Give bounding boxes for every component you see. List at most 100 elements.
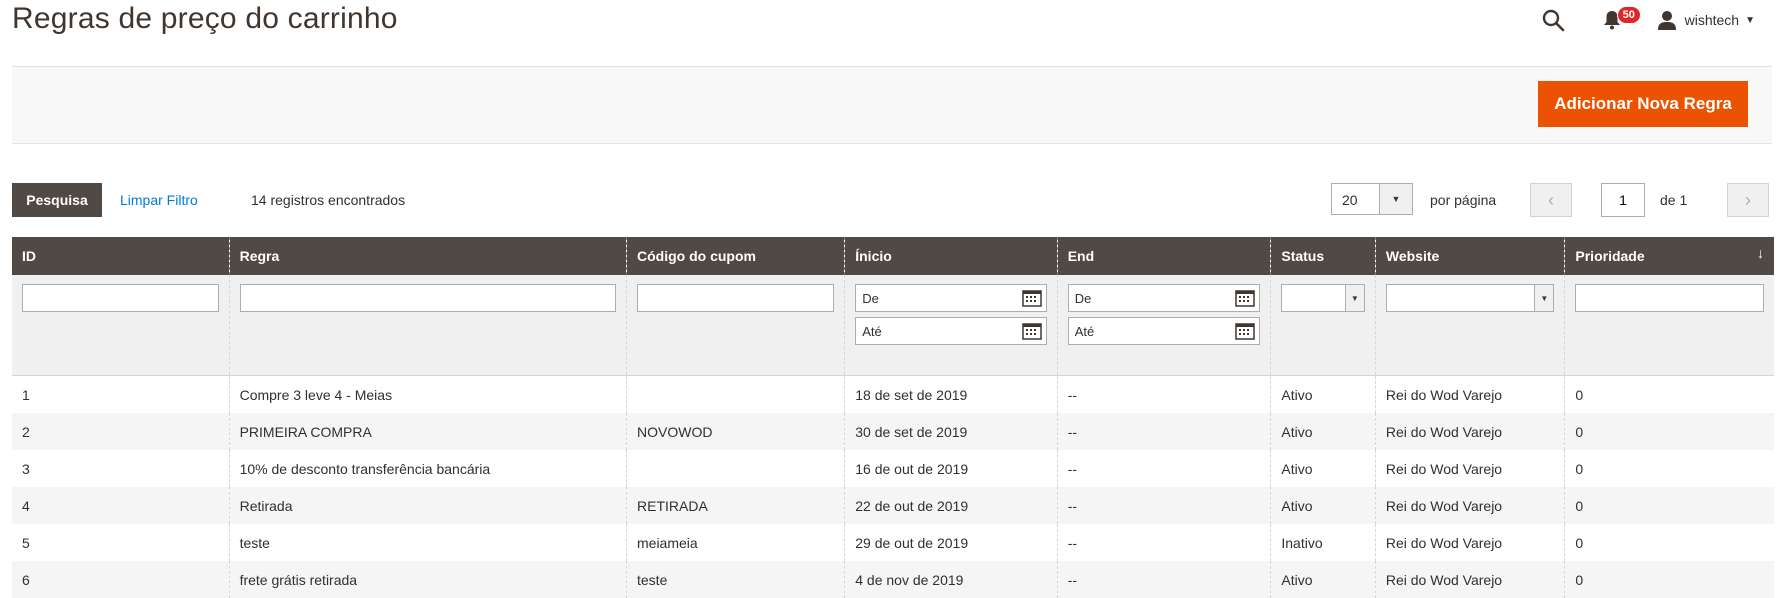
column-header-coupon-code[interactable]: Código do cupom [625, 237, 845, 275]
cell-end: -- [1056, 487, 1271, 524]
filter-start-to-input[interactable] [855, 317, 1047, 345]
filter-end-to-input[interactable] [1067, 317, 1261, 345]
cell-end: -- [1056, 450, 1271, 487]
grid-toolbar: Pesquisa Limpar Filtro 14 registros enco… [12, 183, 1774, 217]
table-row[interactable]: 5 teste meiameia 29 de out de 2019 -- In… [12, 524, 1774, 561]
cell-rule: PRIMEIRA COMPRA [228, 413, 627, 450]
per-page-label: por página [1430, 192, 1497, 208]
calendar-icon[interactable] [1021, 289, 1042, 307]
filter-status-select[interactable]: ▼ [1281, 284, 1365, 312]
filter-rule-input[interactable] [239, 284, 616, 312]
cell-rule: 10% de desconto transferência bancária [228, 450, 627, 487]
username: wishtech [1684, 12, 1740, 28]
filter-coupon-code-input[interactable] [637, 284, 835, 312]
column-header-priority[interactable]: Prioridade ↓ [1564, 237, 1774, 275]
cell-priority: 0 [1564, 487, 1774, 524]
grid-header-row: ID Regra Código do cupom Ínicio End Stat… [12, 237, 1774, 275]
table-row[interactable]: 2 PRIMEIRA COMPRA NOVOWOD 30 de set de 2… [12, 413, 1774, 450]
cell-priority: 0 [1564, 450, 1774, 487]
chevron-left-icon: ‹ [1548, 189, 1554, 210]
cell-id: 5 [12, 524, 230, 561]
cell-coupon: meiameia [625, 524, 845, 561]
search-icon[interactable] [1541, 8, 1565, 32]
clear-filter-link[interactable]: Limpar Filtro [120, 192, 198, 208]
cell-rule: Retirada [228, 487, 627, 524]
cell-start: 30 de set de 2019 [844, 413, 1058, 450]
user-account-menu[interactable]: wishtech ▼ [1657, 10, 1755, 30]
column-header-priority-label: Prioridade [1575, 248, 1645, 264]
filter-start-from-input[interactable] [855, 284, 1047, 312]
notifications-button[interactable]: 50 [1603, 6, 1641, 30]
cell-coupon [625, 450, 845, 487]
grid-filter-row: ▼ ▼ [12, 275, 1774, 376]
cell-website: Rei do Wod Varejo [1374, 450, 1565, 487]
cell-coupon: RETIRADA [625, 487, 845, 524]
filter-start-from [855, 284, 1047, 312]
filter-id-input[interactable] [22, 284, 219, 312]
cell-status: Ativo [1270, 413, 1376, 450]
cart-price-rules-grid: ID Regra Código do cupom Ínicio End Stat… [12, 237, 1774, 598]
page-actions-bar: Adicionar Nova Regra [12, 66, 1772, 144]
column-header-start[interactable]: Ínicio [844, 237, 1058, 275]
previous-page-button[interactable]: ‹ [1530, 183, 1572, 217]
cell-rule: teste [228, 524, 627, 561]
add-new-rule-button[interactable]: Adicionar Nova Regra [1538, 81, 1748, 127]
cell-website: Rei do Wod Varejo [1374, 487, 1565, 524]
cell-priority: 0 [1564, 524, 1774, 561]
next-page-button[interactable]: › [1727, 183, 1769, 217]
cell-start: 22 de out de 2019 [844, 487, 1058, 524]
table-row[interactable]: 3 10% de desconto transferência bancária… [12, 450, 1774, 487]
cell-priority: 0 [1564, 375, 1774, 413]
cell-status: Inativo [1270, 524, 1376, 561]
filter-start-to [855, 317, 1047, 345]
chevron-down-icon[interactable]: ▼ [1379, 184, 1412, 214]
cell-website: Rei do Wod Varejo [1374, 413, 1565, 450]
filter-end-from-input[interactable] [1067, 284, 1261, 312]
column-header-id[interactable]: ID [12, 237, 230, 275]
cell-end: -- [1056, 413, 1271, 450]
page-title: Regras de preço do carrinho [12, 2, 398, 35]
cell-end: -- [1056, 375, 1271, 413]
filter-priority-input[interactable] [1575, 284, 1764, 312]
filter-end-from [1067, 284, 1261, 312]
cell-id: 4 [12, 487, 230, 524]
cell-website: Rei do Wod Varejo [1374, 524, 1565, 561]
cell-website: Rei do Wod Varejo [1374, 375, 1565, 413]
chevron-down-icon: ▼ [1534, 285, 1554, 311]
notification-count-badge: 50 [1616, 6, 1641, 24]
column-header-website[interactable]: Website [1374, 237, 1565, 275]
column-header-rule[interactable]: Regra [228, 237, 627, 275]
per-page-select[interactable]: 20 ▼ [1331, 183, 1413, 215]
calendar-icon[interactable] [1235, 322, 1256, 340]
user-icon [1657, 11, 1676, 30]
column-header-status[interactable]: Status [1270, 237, 1376, 275]
calendar-icon[interactable] [1235, 289, 1256, 307]
column-header-end[interactable]: End [1056, 237, 1271, 275]
current-page-input[interactable] [1601, 183, 1645, 217]
records-found-count: 14 registros encontrados [251, 192, 406, 208]
table-row[interactable]: 1 Compre 3 leve 4 - Meias 18 de set de 2… [12, 375, 1774, 413]
cell-id: 3 [12, 450, 230, 487]
chevron-down-icon: ▼ [1344, 285, 1364, 311]
filter-website-select[interactable]: ▼ [1385, 284, 1555, 312]
chevron-right-icon: › [1745, 189, 1751, 210]
filter-end-to [1067, 317, 1261, 345]
cell-coupon [625, 375, 845, 413]
cell-status: Ativo [1270, 450, 1376, 487]
cell-end: -- [1056, 524, 1271, 561]
per-page-value: 20 [1342, 192, 1358, 208]
header-actions: 50 wishtech ▼ [1541, 6, 1755, 32]
cell-rule: Compre 3 leve 4 - Meias [228, 375, 627, 413]
cell-start: 29 de out de 2019 [844, 524, 1058, 561]
cell-status: Ativo [1270, 487, 1376, 524]
cell-status: Ativo [1270, 375, 1376, 413]
page-total: de 1 [1660, 192, 1688, 208]
table-row[interactable]: 4 Retirada RETIRADA 22 de out de 2019 --… [12, 487, 1774, 524]
cell-id: 2 [12, 413, 230, 450]
calendar-icon[interactable] [1021, 322, 1042, 340]
cell-id: 1 [12, 375, 230, 413]
search-button[interactable]: Pesquisa [12, 183, 102, 217]
cell-coupon: NOVOWOD [625, 413, 845, 450]
sort-arrow-icon: ↓ [1757, 245, 1764, 261]
cell-start: 16 de out de 2019 [844, 450, 1058, 487]
